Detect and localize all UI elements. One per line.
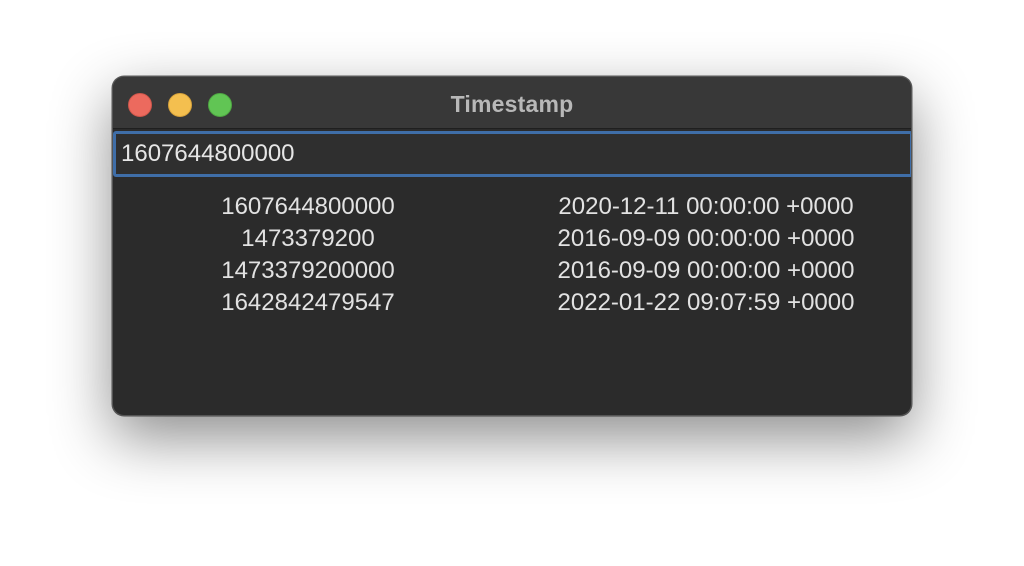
- result-row: 1473379200000 2016-09-09 00:00:00 +0000: [113, 255, 911, 287]
- result-row: 1473379200 2016-09-09 00:00:00 +0000: [113, 223, 911, 255]
- timestamp-input-container: [113, 131, 911, 177]
- result-timestamp: 1473379200000: [221, 257, 395, 284]
- result-date: 2022-01-22 09:07:59 +0000: [557, 289, 855, 316]
- result-timestamp: 1473379200: [241, 225, 375, 252]
- title-bar[interactable]: Timestamp: [113, 77, 911, 129]
- result-date: 2020-12-11 00:00:00 +0000: [558, 193, 854, 220]
- result-row: 1607644800000 2020-12-11 00:00:00 +0000: [113, 191, 911, 223]
- result-date: 2016-09-09 00:00:00 +0000: [557, 257, 855, 284]
- timestamp-window: Timestamp 1607644800000 2020-12-11 00:00…: [112, 76, 912, 416]
- results-list: 1607644800000 2020-12-11 00:00:00 +0000 …: [113, 191, 911, 319]
- result-row: 1642842479547 2022-01-22 09:07:59 +0000: [113, 287, 911, 319]
- window-title: Timestamp: [450, 91, 574, 117]
- result-date: 2016-09-09 00:00:00 +0000: [557, 225, 855, 252]
- timestamp-input[interactable]: [116, 134, 910, 174]
- result-timestamp: 1642842479547: [221, 289, 395, 316]
- result-timestamp: 1607644800000: [221, 193, 395, 220]
